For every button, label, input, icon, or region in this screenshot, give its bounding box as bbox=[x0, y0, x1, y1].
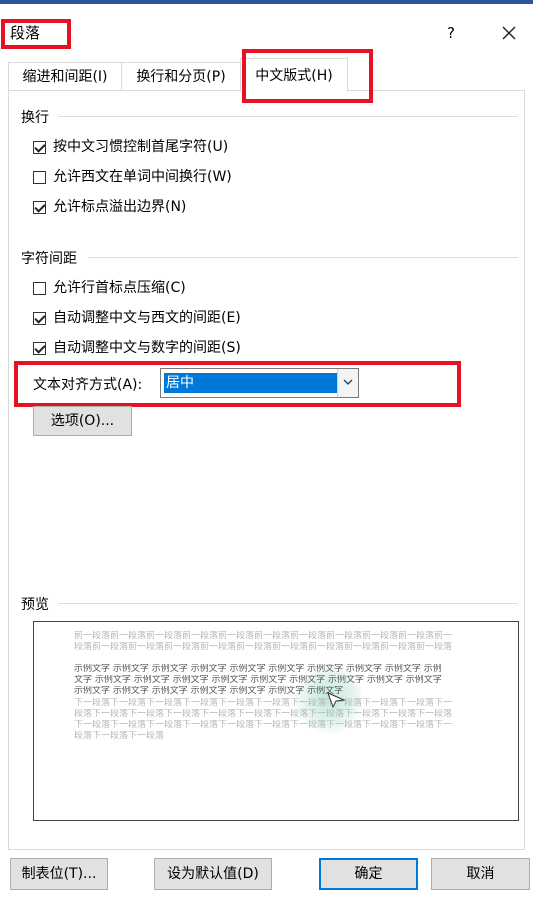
checkbox[interactable] bbox=[33, 170, 46, 184]
title-bar: 段落 ? bbox=[0, 4, 533, 54]
checkbox[interactable] bbox=[33, 341, 46, 355]
checkbox[interactable] bbox=[33, 281, 46, 295]
checkbox[interactable] bbox=[33, 140, 46, 154]
tab-highlight-box bbox=[242, 49, 373, 103]
mouse-cursor-icon bbox=[327, 692, 345, 708]
option-label: 允许西文在单词中间换行(W) bbox=[53, 169, 232, 185]
option-auto-space-asian-latin[interactable]: 自动调整中文与西文的间距(E) bbox=[33, 308, 241, 328]
option-allow-punctuation-overflow[interactable]: 允许标点溢出边界(N) bbox=[33, 197, 186, 217]
char-spacing-divider bbox=[88, 257, 518, 258]
option-auto-space-asian-numbers[interactable]: 自动调整中文与数字的间距(S) bbox=[33, 338, 241, 358]
option-label: 允许行首标点压缩(C) bbox=[53, 280, 186, 296]
set-default-button[interactable]: 设为默认值(D) bbox=[154, 858, 272, 890]
preview-next-line: 段落下一段落下一段落下一段落下一段落下一段落下一段落下一段落下一段落下一段落下一… bbox=[74, 709, 453, 719]
title-highlight-box bbox=[1, 19, 71, 49]
help-button[interactable]: ? bbox=[436, 20, 466, 46]
option-compress-leading-punctuation[interactable]: 允许行首标点压缩(C) bbox=[33, 278, 186, 298]
options-button[interactable]: 选项(O)... bbox=[33, 406, 132, 436]
char-spacing-group-title: 字符间距 bbox=[21, 251, 77, 267]
close-icon bbox=[502, 26, 516, 40]
tab-line-page-breaks[interactable]: 换行和分页(P) bbox=[121, 62, 241, 90]
option-allow-word-break[interactable]: 允许西文在单词中间换行(W) bbox=[33, 167, 232, 187]
option-label: 允许标点溢出边界(N) bbox=[53, 199, 187, 215]
preview-prev-line: 前一段落前一段落前一段落前一段落前一段落前一段落前一段落前一段落前一段落前一段落… bbox=[74, 631, 453, 641]
text-align-highlight-box bbox=[14, 361, 461, 407]
checkbox[interactable] bbox=[33, 200, 46, 214]
tab-stops-button[interactable]: 制表位(T)... bbox=[10, 858, 108, 890]
tab-indent-spacing[interactable]: 缩进和间距(I) bbox=[8, 62, 122, 90]
ok-button[interactable]: 确定 bbox=[319, 858, 418, 890]
checkbox[interactable] bbox=[33, 311, 46, 325]
option-control-first-last-chars[interactable]: 按中文习惯控制首尾字符(U) bbox=[33, 137, 228, 157]
preview-sample-line: 示例文字 示例文字 示例文字 示例文字 示例文字 示例文字 示例文字 示例文字 … bbox=[74, 664, 442, 674]
preview-next-line: 下一段落下一段落下一段落下一段落下一段落下一段落下一段落下一段落下一段落下一段落… bbox=[74, 698, 453, 708]
option-label: 自动调整中文与数字的间距(S) bbox=[53, 340, 241, 356]
preview-divider bbox=[58, 603, 518, 604]
preview-sample-line: 文字 示例文字 示例文字 示例文字 示例文字 示例文字 示例文字 示例文字 示例… bbox=[74, 675, 442, 685]
preview-next-line: 下一段落下一段落下一段落下一段落下一段落下一段落下一段落下一段落下一段落下一段落… bbox=[74, 720, 453, 730]
line-break-divider bbox=[58, 116, 518, 117]
preview-box: 前一段落前一段落前一段落前一段落前一段落前一段落前一段落前一段落前一段落前一段落… bbox=[33, 621, 519, 821]
preview-group-title: 预览 bbox=[21, 597, 49, 613]
line-break-group-title: 换行 bbox=[21, 110, 49, 126]
option-label: 自动调整中文与西文的间距(E) bbox=[53, 310, 241, 326]
preview-next-line: 段落下一段落下一段落 bbox=[74, 731, 165, 741]
option-label: 按中文习惯控制首尾字符(U) bbox=[53, 139, 229, 155]
preview-sample-line: 示例文字 示例文字 示例文字 示例文字 示例文字 示例文字 示例文字 bbox=[74, 686, 344, 696]
preview-prev-line: 段落前一段落前一段落前一段落前一段落前一段落前一段落前一段落前一段落前一段落前一… bbox=[74, 642, 453, 652]
close-button[interactable] bbox=[494, 18, 524, 48]
cancel-button[interactable]: 取消 bbox=[431, 858, 530, 890]
